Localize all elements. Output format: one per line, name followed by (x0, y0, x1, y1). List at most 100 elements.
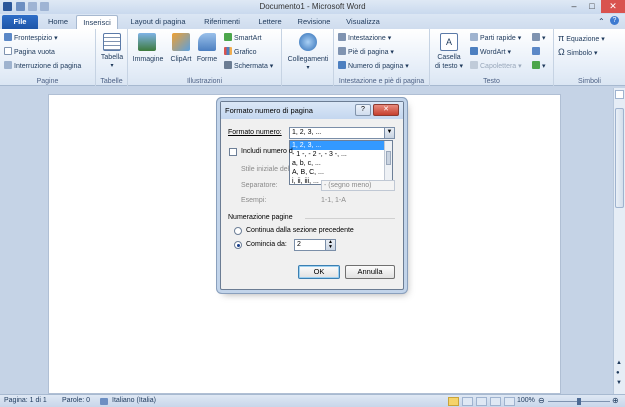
group-simboli: π Equazione ▾ Ω Simbolo ▾ Simboli (554, 29, 625, 86)
group-tabelle: Tabella ▾ Tabelle (96, 29, 128, 86)
casella-testo-label[interactable]: di testo ▾ (430, 62, 468, 70)
tab-layout[interactable]: Layout di pagina (122, 15, 194, 29)
web-layout-view-icon[interactable] (476, 397, 487, 406)
footer-icon (338, 47, 346, 55)
object-icon[interactable]: ▾ (532, 61, 546, 70)
shapes-icon[interactable] (198, 33, 216, 51)
simbolo-button[interactable]: Ω Simbolo ▾ (558, 47, 597, 57)
casella-button[interactable]: Casella (430, 54, 468, 61)
capolettera-button[interactable]: Capolettera ▾ (470, 61, 522, 70)
continua-label: Continua dalla sezione precedente (246, 227, 354, 234)
scroll-up-page-icon[interactable]: ▲ (616, 360, 622, 366)
date-time-icon[interactable] (532, 47, 542, 56)
ok-button[interactable]: OK (298, 265, 340, 279)
tab-visualizza[interactable]: Visualizza (340, 15, 386, 29)
scroll-down-page-icon[interactable]: ▼ (616, 380, 622, 386)
tabella-button[interactable]: Tabella (96, 54, 128, 61)
omega-icon: Ω (558, 47, 565, 57)
immagine-button[interactable]: Immagine (130, 56, 166, 63)
close-button[interactable]: ✕ (601, 0, 625, 13)
formato-numero-combo[interactable]: 1, 2, 3, ... ▼ (289, 127, 395, 139)
tab-revisione[interactable]: Revisione (292, 15, 336, 29)
frontespizio-button[interactable]: Frontespizio ▾ (4, 33, 58, 42)
continua-radio[interactable] (234, 227, 242, 235)
dialog-help-button[interactable]: ? (355, 104, 371, 116)
smartart-button[interactable]: SmartArt (224, 33, 262, 42)
help-icon[interactable]: ? (610, 16, 619, 25)
spin-arrows-icon[interactable]: ▲ ▼ (325, 240, 335, 250)
status-language[interactable]: Italiano (Italia) (112, 397, 156, 404)
tab-inserisci[interactable]: Inserisci (76, 15, 118, 29)
group-pagine: Frontespizio ▾ Pagina vuota Interruzione… (0, 29, 96, 86)
scrollbar-thumb[interactable] (615, 108, 624, 208)
chevron-down-icon[interactable]: ▼ (384, 128, 394, 138)
page-number-format-dialog: Formato numero di pagina ? ✕ Formato num… (220, 101, 404, 290)
annulla-button[interactable]: Annulla (345, 265, 395, 279)
print-layout-view-icon[interactable] (448, 397, 459, 406)
pie-pagina-button[interactable]: Piè di pagina ▾ (338, 47, 394, 56)
ruler-toggle-icon[interactable] (615, 90, 624, 99)
tab-lettere[interactable]: Lettere (252, 15, 288, 29)
tab-home[interactable]: Home (42, 15, 74, 29)
includi-numero-checkbox[interactable] (229, 148, 237, 156)
schermata-button[interactable]: Schermata ▾ (224, 61, 273, 70)
zoom-level[interactable]: 100% (517, 397, 535, 404)
maximize-button[interactable]: □ (583, 0, 601, 13)
numero-pagina-button[interactable]: Numero di pagina ▾ (338, 61, 409, 70)
pagina-vuota-button[interactable]: Pagina vuota (4, 47, 55, 56)
list-item[interactable]: a, b, c, ... (290, 159, 392, 168)
zoom-out-icon[interactable]: ⊖ (538, 396, 545, 405)
parti-rapide-button[interactable]: Parti rapide ▾ (470, 33, 521, 42)
list-item[interactable]: 1, 2, 3, ... (290, 141, 392, 150)
tabella-dropdown-icon[interactable]: ▾ (96, 62, 128, 69)
intestazione-button[interactable]: Intestazione ▾ (338, 33, 391, 42)
formato-numero-value: 1, 2, 3, ... (292, 129, 322, 136)
screenshot-icon (224, 61, 232, 69)
ribbon-tabs: File Home Inserisci Layout di pagina Rif… (0, 14, 625, 29)
dialog-close-button[interactable]: ✕ (373, 104, 399, 116)
draft-view-icon[interactable] (504, 397, 515, 406)
forme-button[interactable]: Forme (194, 56, 220, 63)
text-box-icon[interactable]: A (440, 33, 458, 51)
zoom-in-icon[interactable]: ⊕ (612, 396, 619, 405)
minimize-button[interactable]: – (565, 0, 583, 13)
list-item[interactable]: - 1 -, - 2 -, - 3 -, ... (290, 150, 392, 159)
group-illustrazioni: Immagine ClipArt Forme SmartArt Grafico … (128, 29, 282, 86)
interruzione-button[interactable]: Interruzione di pagina (4, 61, 81, 70)
list-scrollbar-thumb[interactable] (386, 151, 391, 165)
comincia-radio[interactable] (234, 241, 242, 249)
vertical-scrollbar[interactable]: ▲ ● ▼ (613, 88, 625, 394)
browse-object-icon[interactable]: ● (616, 370, 620, 376)
proofing-icon[interactable] (100, 398, 108, 405)
zoom-slider-thumb[interactable] (577, 398, 581, 405)
grafico-button[interactable]: Grafico (224, 47, 257, 56)
collegamenti-dropdown-icon[interactable]: ▾ (282, 64, 334, 71)
smartart-icon (224, 33, 232, 41)
collegamenti-button[interactable]: Collegamenti (282, 56, 334, 63)
clipart-icon[interactable] (172, 33, 190, 51)
status-page[interactable]: Pagina: 1 di 1 (4, 397, 47, 404)
esempi-label: Esempi: (241, 197, 267, 204)
table-icon[interactable] (103, 33, 121, 51)
list-item[interactable]: A, B, C, ... (290, 168, 392, 177)
page-number-icon (338, 61, 346, 69)
clipart-button[interactable]: ClipArt (166, 56, 196, 63)
dialog-title-bar: Formato numero di pagina ? ✕ (221, 102, 403, 119)
tab-riferimenti[interactable]: Riferimenti (196, 15, 248, 29)
formato-numero-list[interactable]: 1, 2, 3, ... - 1 -, - 2 -, - 3 -, ... a,… (289, 140, 393, 185)
status-words[interactable]: Parole: 0 (62, 397, 90, 404)
section-divider (305, 218, 395, 219)
signature-line-icon[interactable]: ▾ (532, 33, 546, 42)
picture-icon[interactable] (138, 33, 156, 51)
link-icon[interactable] (299, 33, 317, 51)
equazione-button[interactable]: π Equazione ▾ (558, 33, 605, 43)
outline-view-icon[interactable] (490, 397, 501, 406)
list-scrollbar[interactable] (384, 141, 392, 184)
reading-view-icon[interactable] (462, 397, 473, 406)
tab-file[interactable]: File (2, 15, 38, 29)
comincia-da-stepper[interactable]: 2 ▲ ▼ (294, 239, 336, 251)
ribbon-collapse-icon[interactable]: ⌃ (598, 17, 605, 26)
separatore-combo[interactable]: - (segno meno) (321, 180, 395, 191)
separatore-label: Separatore: (241, 182, 278, 189)
wordart-button[interactable]: WordArt ▾ (470, 47, 511, 56)
